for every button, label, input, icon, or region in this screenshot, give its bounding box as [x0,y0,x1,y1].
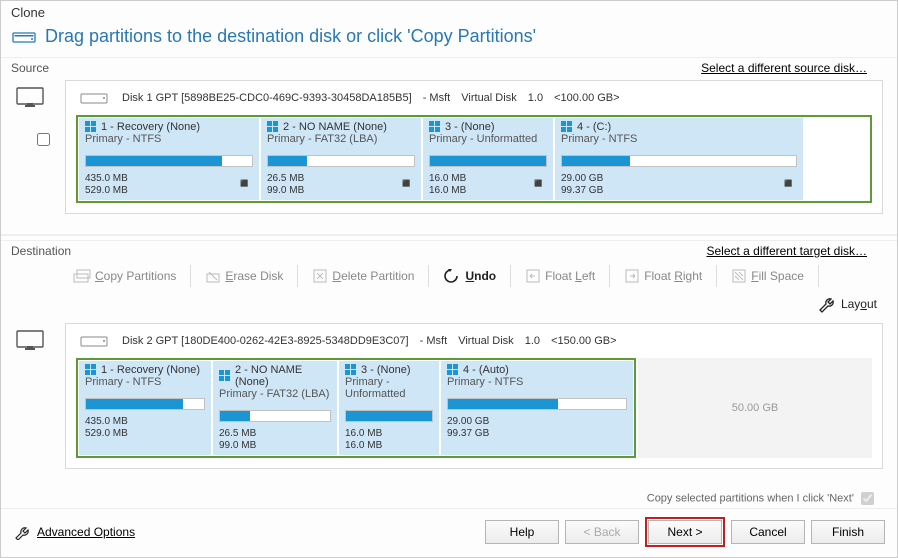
delete-icon [312,268,328,284]
windows-logo-icon [561,121,573,133]
cancel-button[interactable]: Cancel [731,520,805,544]
wrench-icon [817,295,837,313]
partition-sizes: 16.0 MB16.0 MB [345,428,433,452]
erase-icon [205,268,221,284]
fill-space-button[interactable]: Fill Space [725,266,810,286]
usage-bar [219,410,331,422]
partition-sizes: 435.0 MB529.0 MB [85,416,205,440]
dest-disk-panel[interactable]: Disk 2 GPT [180DE400-0262-42E3-8925-5348… [65,323,883,469]
next-button[interactable]: Next > [648,520,722,544]
source-disk-info: Disk 1 GPT [5898BE25-CDC0-469C-9393-3045… [122,92,628,104]
copy-on-next-label: Copy selected partitions when I click 'N… [647,492,854,504]
finish-button[interactable]: Finish [811,520,885,544]
partition-title: 4 - (C:) [577,121,611,133]
partition-box[interactable]: 1 - Recovery (None)Primary - NTFS 435.0 M… [79,118,259,200]
partition-type: Primary - NTFS [85,133,253,145]
partition-title: 2 - NO NAME (None) [283,121,387,133]
partition-sizes: 435.0 MB529.0 MB [85,173,253,197]
float-left-icon [525,268,541,284]
partition-type: Primary - FAT32 (LBA) [219,388,331,400]
partition-box[interactable]: 2 - NO NAME (None)Primary - FAT32 (LBA) 2… [261,118,421,200]
partition-title: 1 - Recovery (None) [101,121,200,133]
delete-partition-button[interactable]: Delete Partition [306,266,420,286]
partition-box[interactable]: 3 - (None)Primary - Unformatted 16.0 MB16… [339,361,439,455]
windows-logo-icon [447,364,459,376]
partition-sizes: 26.5 MB99.0 MB [267,173,415,197]
monitor-icon [15,86,59,110]
partition-box[interactable]: 4 - (Auto)Primary - NTFS 29.00 GB99.37 GB [441,361,633,455]
disk-icon [76,330,112,352]
partition-box[interactable]: 3 - (None)Primary - Unformatted16.0 MB16… [423,118,553,200]
fill-icon [731,268,747,284]
change-source-link[interactable]: Select a different source disk… [701,61,867,75]
partition-box[interactable]: 2 - NO NAME (None)Primary - FAT32 (LBA) 2… [213,361,337,455]
windows-logo-icon [85,364,97,376]
windows-logo-icon [219,370,231,382]
partition-type: Primary - FAT32 (LBA) [267,133,415,145]
partition-type: Primary - Unformatted [345,376,433,400]
partition-sizes: 26.5 MB99.0 MB [219,428,331,452]
layout-button[interactable]: Layout [811,293,883,315]
undo-icon [443,268,461,284]
section-source-label: Source [11,61,49,75]
usage-bar [429,155,547,167]
float-right-icon [624,268,640,284]
partition-sizes: 29.00 GB99.37 GB [447,416,627,440]
partition-box[interactable]: 4 - (C:)Primary - NTFS 29.00 GB99.37 GB◾ [555,118,803,200]
erase-disk-button[interactable]: Erase Disk [199,266,289,286]
copy-partitions-button[interactable]: Copy Partitions [67,266,182,286]
windows-logo-icon [429,121,441,133]
usage-bar [267,155,415,167]
help-button[interactable]: Help [485,520,559,544]
copy-icon [73,268,91,284]
change-target-link[interactable]: Select a different target disk… [706,244,867,258]
instruction-text: Drag partitions to the destination disk … [45,26,536,47]
usage-bar [447,398,627,410]
partition-sizes: 29.00 GB99.37 GB [561,173,797,197]
partition-box[interactable]: 1 - Recovery (None)Primary - NTFS 435.0 M… [79,361,211,455]
dest-disk-info: Disk 2 GPT [180DE400-0262-42E3-8925-5348… [122,335,625,347]
partition-title: 4 - (Auto) [463,364,509,376]
windows-logo-icon [345,364,357,376]
partition-title: 3 - (None) [361,364,411,376]
back-button: < Back [565,520,639,544]
stop-icon: ◾ [780,175,797,192]
partition-title: 3 - (None) [445,121,495,133]
partition-type: Primary - NTFS [561,133,797,145]
undo-button[interactable]: Undo [437,266,502,286]
partition-title: 2 - NO NAME (None) [235,364,331,388]
usage-bar [85,155,253,167]
partition-title: 1 - Recovery (None) [101,364,200,376]
stop-icon: ◾ [398,175,415,192]
partition-type: Primary - NTFS [85,376,205,388]
free-space-region[interactable]: 50.00 GB [638,358,872,458]
windows-logo-icon [267,121,279,133]
partition-type: Primary - Unformatted [429,133,547,145]
windows-logo-icon [85,121,97,133]
disk-icon [76,87,112,109]
usage-bar [85,398,205,410]
float-left-button[interactable]: Float Left [519,266,601,286]
stop-icon: ◾ [236,175,253,192]
partition-type: Primary - NTFS [447,376,627,388]
section-dest-label: Destination [11,244,71,258]
disk-drive-icon [11,27,37,47]
monitor-icon [15,329,59,353]
source-disk-checkbox[interactable] [37,133,50,146]
usage-bar [561,155,797,167]
stop-icon: ◾ [530,175,547,192]
float-right-button[interactable]: Float Right [618,266,708,286]
copy-on-next-checkbox [861,492,874,505]
wrench-icon [13,524,31,540]
page-title: Clone [1,1,897,22]
source-disk-panel[interactable]: Disk 1 GPT [5898BE25-CDC0-469C-9393-3045… [65,80,883,214]
usage-bar [345,410,433,422]
advanced-options-link[interactable]: Advanced Options [37,525,135,539]
